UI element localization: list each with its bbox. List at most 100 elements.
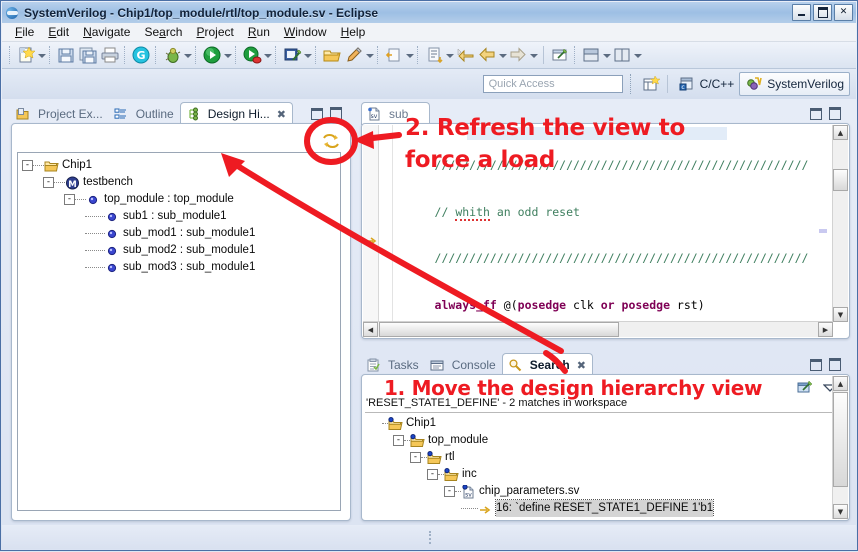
prev-annotation-icon[interactable]	[455, 45, 475, 65]
run-dropdown-icon[interactable]	[223, 46, 232, 64]
tree-expander[interactable]: -	[427, 469, 438, 480]
menu-help[interactable]: Help	[334, 24, 373, 40]
minimize-editor-button[interactable]	[810, 107, 822, 120]
tree-row[interactable]: - M testbench	[22, 174, 340, 191]
new-editor-icon[interactable]	[550, 45, 570, 65]
editor-folding-ruler[interactable]	[379, 125, 393, 321]
next-annotation-dropdown-icon[interactable]	[445, 46, 454, 64]
tree-expander[interactable]: -	[22, 160, 33, 171]
scroll-thumb[interactable]	[833, 169, 848, 191]
marker-dropdown-icon[interactable]	[365, 46, 374, 64]
search-results-tree[interactable]: Chip1 - top_module - rtl - inc - sv chip…	[365, 413, 831, 517]
minimize-search-button[interactable]	[810, 358, 822, 371]
tab-tasks[interactable]: Tasks	[361, 354, 425, 376]
editor-horizontal-scrollbar[interactable]: ◀ ▶	[363, 321, 833, 337]
editor-vertical-scrollbar[interactable]: ▲ ▼	[832, 125, 848, 322]
new-wizard-icon[interactable]	[16, 45, 36, 65]
tree-row[interactable]: 16: `define RESET_STATE1_DEFINE 1'b1	[365, 499, 831, 517]
last-edit-dropdown-icon[interactable]	[405, 46, 414, 64]
tree-row[interactable]: - rtl	[365, 449, 831, 466]
maximize-search-button[interactable]	[829, 358, 841, 371]
scroll-down-button[interactable]: ▼	[833, 504, 848, 519]
tree-row[interactable]: - top_module : top_module	[22, 191, 340, 208]
minimize-view-button[interactable]	[311, 107, 323, 120]
coverage-dropdown-icon[interactable]	[263, 46, 272, 64]
search-vertical-scrollbar[interactable]: ▲ ▼	[832, 376, 848, 519]
coverage-icon[interactable]	[242, 45, 262, 65]
menu-navigate[interactable]: Navigate	[76, 24, 137, 40]
tab-project-explorer[interactable]: Project Ex...	[11, 103, 109, 125]
tree-expander[interactable]: -	[43, 177, 54, 188]
tab-search[interactable]: Search ✖	[501, 353, 593, 376]
back-icon[interactable]	[477, 45, 497, 65]
editor-overview-ruler[interactable]	[818, 125, 832, 321]
scroll-thumb[interactable]	[379, 322, 619, 337]
last-edit-icon[interactable]	[384, 45, 404, 65]
next-annotation-icon[interactable]	[424, 45, 444, 65]
menu-edit[interactable]: Edit	[41, 24, 76, 40]
quick-access-input[interactable]: Quick Access	[482, 75, 623, 93]
scroll-up-button[interactable]: ▲	[833, 376, 848, 391]
tree-row[interactable]: - sv chip_parameters.sv	[365, 483, 831, 500]
maximize-editor-button[interactable]	[829, 107, 841, 120]
refresh-view-button[interactable]	[321, 132, 341, 150]
close-icon[interactable]: ✖	[577, 359, 586, 372]
tree-expander[interactable]: -	[444, 486, 455, 497]
scroll-thumb[interactable]	[833, 392, 848, 487]
perspective-cpp[interactable]: c C/C++	[673, 73, 740, 95]
save-all-icon[interactable]	[78, 45, 98, 65]
save-icon[interactable]	[56, 45, 76, 65]
editor-annotation-ruler[interactable]	[363, 125, 379, 321]
menu-project[interactable]: Project	[189, 24, 240, 40]
new-wizard-dropdown-icon[interactable]	[37, 46, 46, 64]
menu-window[interactable]: Window	[277, 24, 334, 40]
design-hierarchy-tree[interactable]: - Chip1 - M testbench - top_module: top…	[18, 153, 340, 276]
tree-row[interactable]: - inc	[365, 466, 831, 483]
scroll-down-button[interactable]: ▼	[833, 307, 848, 322]
window-close-button[interactable]: ✕	[834, 4, 853, 21]
tab-outline[interactable]: Outline	[109, 103, 180, 125]
menu-file[interactable]: File	[8, 24, 41, 40]
run-icon[interactable]	[202, 45, 222, 65]
window-maximize-button[interactable]	[813, 4, 832, 21]
split-horizontal-dropdown-icon[interactable]	[602, 46, 611, 64]
pin-search-view-icon[interactable]	[797, 379, 813, 395]
scroll-left-button[interactable]: ◀	[363, 322, 378, 337]
tree-row[interactable]: Chip1	[365, 415, 831, 432]
tree-row[interactable]: sub_mod2 : sub_module1	[22, 242, 340, 259]
back-dropdown-icon[interactable]	[498, 46, 507, 64]
print-icon[interactable]	[100, 45, 120, 65]
external-tools-dropdown-icon[interactable]	[303, 46, 312, 64]
close-icon[interactable]: ✖	[277, 108, 286, 121]
tab-console[interactable]: Console	[425, 354, 502, 376]
tree-expander[interactable]: -	[393, 435, 404, 446]
menu-run[interactable]: Run	[241, 24, 277, 40]
tree-row[interactable]: - top_module	[365, 432, 831, 449]
open-folder-icon[interactable]	[322, 45, 342, 65]
debug-dropdown-icon[interactable]	[183, 46, 192, 64]
tree-row[interactable]: sub_mod1 : sub_module1	[22, 225, 340, 242]
forward-dropdown-icon[interactable]	[529, 46, 538, 64]
tree-row[interactable]: sub_mod3 : sub_module1	[22, 259, 340, 276]
tree-row[interactable]: sub1 : sub_module1	[22, 208, 340, 225]
open-perspective-icon[interactable]	[641, 74, 661, 94]
perspective-systemverilog[interactable]: SystemVerilog	[739, 72, 850, 96]
external-tools-icon[interactable]	[282, 45, 302, 65]
tree-expander[interactable]: -	[64, 194, 75, 205]
forward-icon[interactable]	[508, 45, 528, 65]
window-minimize-button[interactable]	[792, 4, 811, 21]
tree-expander[interactable]: -	[410, 452, 421, 463]
maximize-view-button[interactable]	[330, 107, 342, 120]
split-vertical-icon[interactable]	[612, 45, 632, 65]
scroll-up-button[interactable]: ▲	[833, 125, 848, 140]
split-horizontal-icon[interactable]	[581, 45, 601, 65]
debug-icon[interactable]	[162, 45, 182, 65]
tab-design-hierarchy[interactable]: Design Hi... ✖	[179, 102, 293, 125]
tree-row[interactable]: - Chip1	[22, 157, 340, 174]
menu-search[interactable]: Search	[137, 24, 189, 40]
gcc-build-icon[interactable]: G	[131, 45, 151, 65]
scroll-right-button[interactable]: ▶	[818, 322, 833, 337]
svg-text:G: G	[136, 49, 145, 62]
split-vertical-dropdown-icon[interactable]	[633, 46, 642, 64]
marker-icon[interactable]	[344, 45, 364, 65]
